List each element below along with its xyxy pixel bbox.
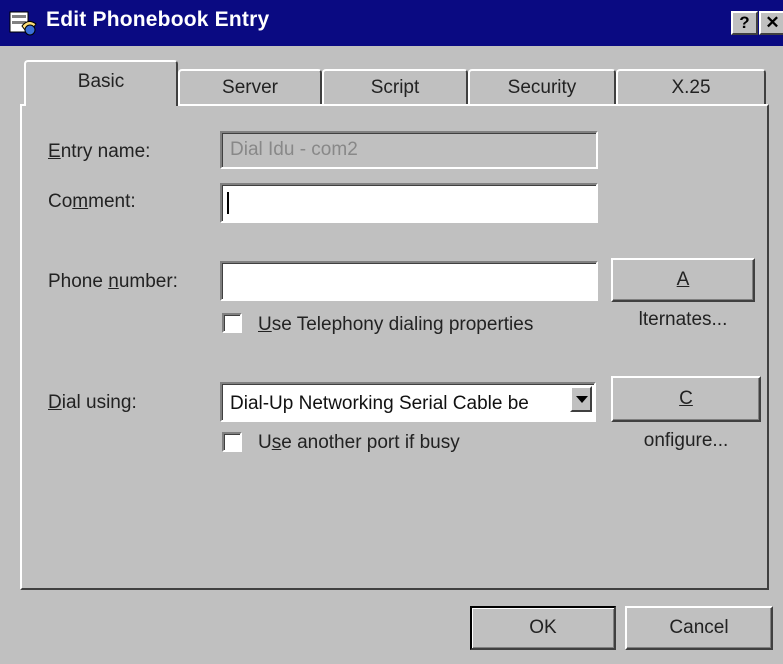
comment-field[interactable] [220, 183, 598, 223]
help-button[interactable]: ? [731, 11, 758, 35]
entry-name-value: Dial Idu - com2 [230, 139, 358, 160]
comment-label: Comment: [48, 191, 136, 212]
use-another-port-label[interactable]: Use another port if busy [258, 432, 460, 454]
dropdown-button[interactable] [570, 386, 592, 412]
use-telephony-checkbox[interactable] [222, 313, 242, 333]
tab-server[interactable]: Server [178, 69, 322, 105]
phone-number-label: Phone number: [48, 271, 178, 292]
cancel-button-label: Cancel [669, 617, 729, 638]
tab-basic-label: Basic [77, 71, 125, 92]
tab-security-label: Security [507, 77, 577, 98]
entry-name-field: Dial Idu - com2 [220, 131, 598, 169]
help-icon: ? [739, 13, 750, 32]
entry-name-label: Entry name: [48, 141, 151, 162]
ok-button-label: OK [529, 617, 557, 638]
cancel-button[interactable]: Cancel [625, 606, 773, 650]
use-another-port-checkbox[interactable] [222, 432, 242, 452]
window-title: Edit Phonebook Entry [46, 8, 270, 31]
tab-server-label: Server [222, 77, 278, 98]
alternates-button-label: Alternates... [638, 269, 728, 330]
configure-button-label: Configure... [643, 388, 729, 451]
dial-using-select[interactable]: Dial-Up Networking Serial Cable be [220, 382, 596, 422]
ok-button[interactable]: OK [470, 606, 616, 650]
text-caret [227, 192, 229, 214]
tab-x25-label: X.25 [671, 77, 711, 98]
dial-using-label: Dial using: [48, 392, 137, 413]
tab-x25[interactable]: X.25 [616, 69, 766, 105]
dial-using-value: Dial-Up Networking Serial Cable be [230, 393, 529, 414]
tab-basic[interactable]: Basic [24, 60, 178, 106]
tab-script-label: Script [370, 77, 420, 98]
phone-number-field[interactable] [220, 261, 598, 301]
close-icon: ✕ [765, 13, 780, 32]
phonebook-icon [9, 11, 37, 36]
basic-tab-panel [20, 104, 769, 590]
title-bar: Edit Phonebook Entry ? ✕ [0, 0, 783, 46]
close-button[interactable]: ✕ [759, 11, 783, 35]
use-telephony-label[interactable]: Use Telephony dialing properties [258, 314, 533, 336]
chevron-down-icon [576, 396, 588, 403]
configure-button[interactable]: Configure... [611, 376, 761, 451]
tab-script[interactable]: Script [322, 69, 468, 105]
alternates-button[interactable]: Alternates... [611, 258, 755, 330]
tab-security[interactable]: Security [468, 69, 616, 105]
